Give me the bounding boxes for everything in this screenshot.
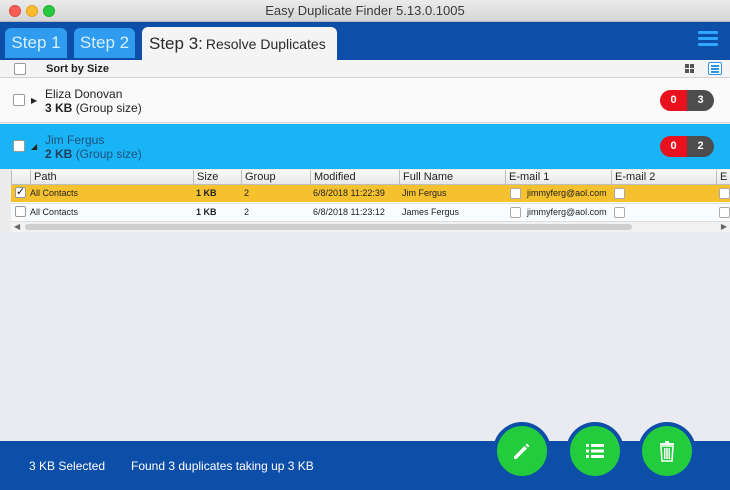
- cell-group: 2: [244, 207, 250, 217]
- select-all-checkbox[interactable]: [14, 63, 26, 75]
- cell-email-1: jimmyferg@aol.com: [507, 185, 607, 202]
- tab-step-3[interactable]: Step 3: Resolve Duplicates: [142, 27, 337, 60]
- header-path[interactable]: Path: [30, 170, 193, 185]
- duplicate-group-selected[interactable]: ◢ Jim Fergus 2 KB (Group size) 0 2: [0, 124, 730, 169]
- step-header: Step 1 Step 2 Step 3: Resolve Duplicates: [0, 22, 730, 60]
- cell-full-name: Jim Fergus: [402, 188, 447, 198]
- scrollbar-thumb[interactable]: [25, 224, 632, 230]
- duplicates-table: Path Size Group Modified Full Name E-mai…: [11, 170, 730, 232]
- header-checkbox-column: [11, 170, 30, 185]
- delete-button[interactable]: [638, 422, 696, 480]
- cell-email-1-value: jimmyferg@aol.com: [527, 207, 607, 217]
- header-email-1[interactable]: E-mail 1: [505, 170, 611, 185]
- trash-icon: [660, 441, 674, 462]
- minimize-window-button[interactable]: [26, 5, 38, 17]
- scroll-left-icon[interactable]: ◀: [14, 222, 20, 231]
- list-view-icon[interactable]: [708, 62, 722, 75]
- group-checkbox[interactable]: [13, 94, 25, 106]
- cell-checkbox[interactable]: [719, 188, 730, 200]
- sort-by-size-button[interactable]: Sort by Size: [46, 63, 109, 75]
- cell-checkbox[interactable]: [510, 188, 521, 200]
- header-full-name[interactable]: Full Name: [399, 170, 505, 185]
- cell-checkbox[interactable]: [719, 207, 730, 219]
- cell-email-1-value: jimmyferg@aol.com: [527, 188, 607, 198]
- duplicates-summary: Found 3 duplicates taking up 3 KB: [131, 459, 314, 473]
- tab-step-1[interactable]: Step 1: [5, 28, 67, 58]
- window-title-bar: Easy Duplicate Finder 5.13.0.1005: [0, 0, 730, 22]
- tab-step-2[interactable]: Step 2: [74, 28, 135, 58]
- cell-checkbox[interactable]: [510, 207, 521, 219]
- empty-results-area: [0, 232, 730, 441]
- group-name: Jim Fergus: [45, 133, 105, 147]
- grid-view-icon[interactable]: [685, 64, 695, 74]
- table-row[interactable]: All Contacts 1 KB 2 6/8/2018 11:23:12 Ja…: [11, 203, 730, 220]
- table-header: Path Size Group Modified Full Name E-mai…: [11, 170, 730, 185]
- group-size-note: (Group size): [75, 101, 142, 115]
- scroll-right-icon[interactable]: ▶: [721, 222, 727, 231]
- list-actions-button[interactable]: [566, 422, 624, 480]
- group-size-note: (Group size): [75, 147, 142, 161]
- cell-path: All Contacts: [30, 207, 79, 217]
- header-email-2[interactable]: E-mail 2: [611, 170, 716, 185]
- collapse-caret-icon[interactable]: ◢: [31, 142, 37, 151]
- group-size-value: 2 KB: [45, 147, 73, 161]
- tab-step-3-label: Step 3:: [149, 34, 203, 53]
- window-title: Easy Duplicate Finder 5.13.0.1005: [265, 3, 465, 18]
- header-group[interactable]: Group: [241, 170, 310, 185]
- cell-email-2: [611, 204, 631, 221]
- group-checkbox[interactable]: [13, 140, 25, 152]
- group-size-value: 3 KB: [45, 101, 73, 115]
- selected-count: 0: [660, 90, 687, 111]
- sort-bar: Sort by Size: [0, 60, 730, 78]
- total-count: 3: [687, 90, 714, 111]
- tab-step-3-subtitle: Resolve Duplicates: [205, 36, 326, 52]
- cell-size: 1 KB: [196, 188, 217, 198]
- cell-email-3: [716, 185, 730, 202]
- cell-modified: 6/8/2018 11:23:12: [313, 207, 385, 217]
- group-size: 3 KB (Group size): [45, 101, 142, 115]
- header-size[interactable]: Size: [193, 170, 241, 185]
- row-checkbox[interactable]: [15, 206, 26, 217]
- cell-email-3: [716, 204, 730, 221]
- zoom-window-button[interactable]: [43, 5, 55, 17]
- cell-full-name: James Fergus: [402, 207, 460, 217]
- pencil-icon: [514, 443, 530, 459]
- header-email-3[interactable]: E: [716, 170, 730, 185]
- close-window-button[interactable]: [9, 5, 21, 17]
- list-icon: [586, 444, 604, 458]
- selected-size-status: 3 KB Selected: [29, 459, 106, 473]
- cell-email-1: jimmyferg@aol.com: [507, 204, 607, 221]
- cell-path: All Contacts: [30, 188, 79, 198]
- edit-button[interactable]: [493, 422, 551, 480]
- expand-caret-icon[interactable]: ▶: [31, 96, 37, 105]
- cell-checkbox[interactable]: [614, 188, 625, 200]
- group-name: Eliza Donovan: [45, 87, 123, 101]
- selected-count: 0: [660, 136, 687, 157]
- table-row[interactable]: ✓ All Contacts 1 KB 2 6/8/2018 11:22:39 …: [11, 185, 730, 202]
- group-size: 2 KB (Group size): [45, 147, 142, 161]
- row-checkbox[interactable]: ✓: [15, 187, 26, 198]
- menu-icon[interactable]: [698, 31, 718, 47]
- group-counter-badge: 0 2: [660, 136, 714, 157]
- cell-email-2: [611, 185, 631, 202]
- header-modified[interactable]: Modified: [310, 170, 399, 185]
- duplicate-group[interactable]: ▶ Eliza Donovan 3 KB (Group size) 0 3: [0, 78, 730, 123]
- cell-modified: 6/8/2018 11:22:39: [313, 188, 385, 198]
- cell-size: 1 KB: [196, 207, 217, 217]
- group-counter-badge: 0 3: [660, 90, 714, 111]
- cell-checkbox[interactable]: [614, 207, 625, 219]
- horizontal-scrollbar[interactable]: ◀ ▶: [11, 221, 730, 232]
- cell-group: 2: [244, 188, 250, 198]
- total-count: 2: [687, 136, 714, 157]
